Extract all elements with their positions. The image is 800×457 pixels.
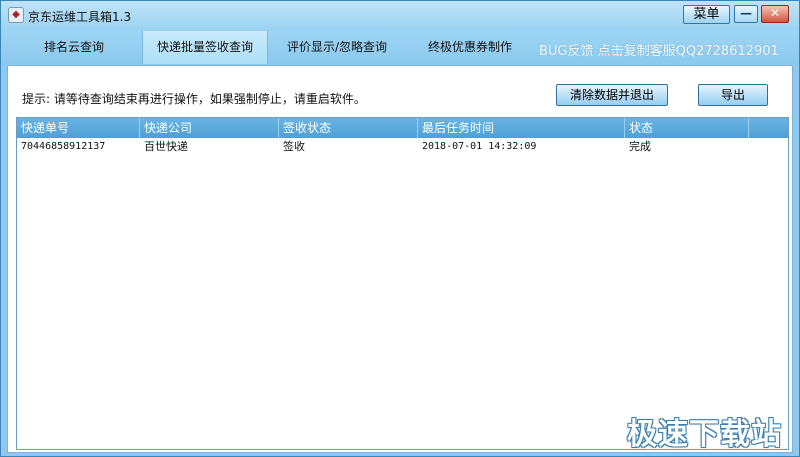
table-header: 快递单号 快递公司 签收状态 最后任务时间 状态 [17,118,788,138]
table-row[interactable]: 70446858912137 百世快递 签收 2018-07-01 14:32:… [17,138,788,156]
hint-text: 提示: 请等待查询结束再进行操作，如果强制停止，请重启软件。 [22,92,366,106]
column-header-last-task-time[interactable]: 最后任务时间 [418,118,625,138]
cell-tracking-number: 70446858912137 [21,141,106,152]
close-button[interactable]: ✕ [761,5,789,23]
tab-ranking-query[interactable]: 排名云查询 [15,31,133,64]
main-panel: 提示: 请等待查询结束再进行操作，如果强制停止，请重启软件。 清除数据并退出 导… [7,65,793,453]
column-header-courier[interactable]: 快递公司 [140,118,279,138]
feedback-link[interactable]: BUG反馈 点击复制客服QQ2728612901 [539,40,779,59]
menu-button[interactable]: 菜单 [683,5,730,24]
tab-express-batch-query[interactable]: 快递批量签收查询 [142,31,268,64]
export-button[interactable]: 导出 [698,84,768,106]
results-table[interactable]: 快递单号 快递公司 签收状态 最后任务时间 状态 70446858912137 … [16,117,789,450]
clear-and-exit-button[interactable]: 清除数据并退出 [556,84,668,106]
title-bar: ◆ 京东运维工具箱1.3 菜单 — ✕ [1,1,799,31]
column-header-sign-status[interactable]: 签收状态 [279,118,418,138]
tab-coupon-maker[interactable]: 终极优惠券制作 [411,31,529,64]
tab-review-query[interactable]: 评价显示/忽略查询 [278,31,396,64]
app-window: ◆ 京东运维工具箱1.3 菜单 — ✕ 排名云查询 快递批量签收查询 评价显示/… [0,0,800,457]
column-header-filler [749,118,788,138]
cell-status: 完成 [629,140,651,153]
column-header-status[interactable]: 状态 [625,118,749,138]
column-header-tracking-number[interactable]: 快递单号 [17,118,140,138]
cell-courier: 百世快递 [144,140,188,153]
cell-sign-status: 签收 [283,140,305,153]
window-title: 京东运维工具箱1.3 [28,10,132,24]
watermark-text: 极速下载站 [627,417,782,452]
app-logo-icon: ◆ [8,7,24,23]
cell-last-task-time: 2018-07-01 14:32:09 [422,141,537,152]
minimize-button[interactable]: — [734,5,758,23]
